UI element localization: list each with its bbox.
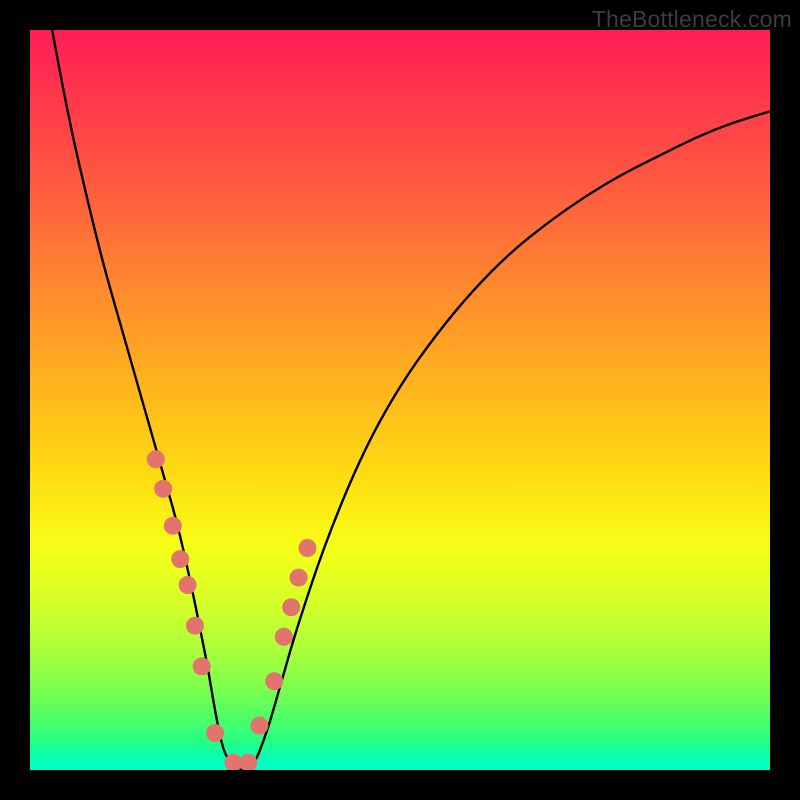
- highlight-dot: [193, 657, 211, 675]
- highlight-dot: [179, 576, 197, 594]
- bottleneck-curve: [52, 30, 770, 770]
- highlight-dot: [186, 617, 204, 635]
- highlight-dot: [154, 480, 172, 498]
- highlight-dot: [164, 517, 182, 535]
- highlight-dot: [250, 717, 268, 735]
- highlight-dot: [239, 754, 257, 770]
- highlight-dot: [299, 539, 317, 557]
- curve-canvas: [30, 30, 770, 770]
- chart-frame: TheBottleneck.com: [0, 0, 800, 800]
- highlight-dot: [206, 724, 224, 742]
- highlight-dot: [265, 672, 283, 690]
- plot-area: [30, 30, 770, 770]
- highlight-dot: [290, 569, 308, 587]
- watermark-text: TheBottleneck.com: [592, 6, 792, 33]
- highlight-dot: [275, 628, 293, 646]
- highlight-dot: [282, 598, 300, 616]
- highlight-dot: [147, 450, 165, 468]
- highlight-dots: [147, 450, 317, 770]
- highlight-dot: [171, 550, 189, 568]
